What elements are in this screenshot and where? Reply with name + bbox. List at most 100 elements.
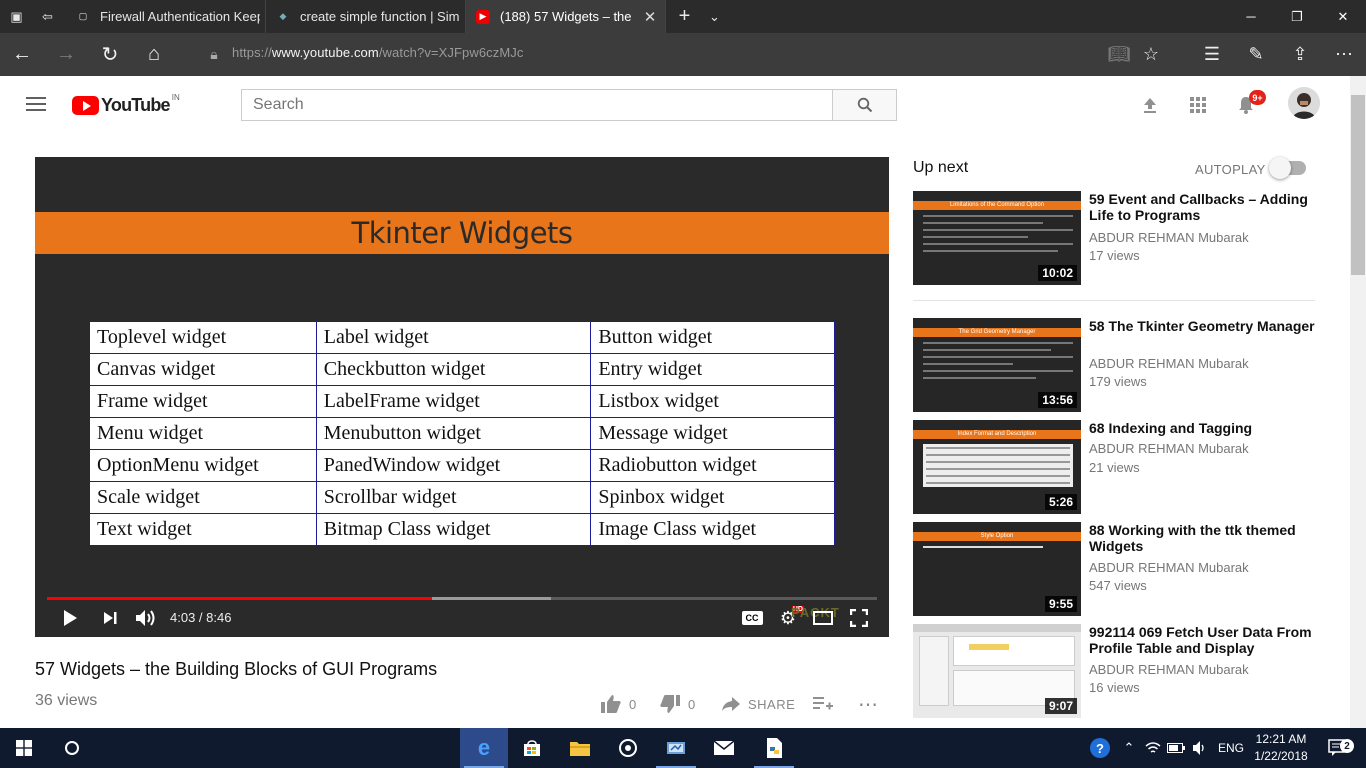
media-app-icon[interactable] [604,728,652,768]
play-button[interactable] [59,607,81,629]
channel-name[interactable]: ABDUR REHMAN Mubarak [1089,230,1249,245]
table-cell: Spinbox widget [590,481,835,514]
set-aside-tabs-icon[interactable]: ⇦ [31,0,64,33]
store-bag-icon[interactable] [508,728,556,768]
clock-date: 1/22/2018 [1254,749,1308,763]
video-title[interactable]: 88 Working with the ttk themed Widgets [1089,522,1319,554]
video-title[interactable]: 58 The Tkinter Geometry Manager [1089,318,1319,334]
thumbnail-heading: Style Option [913,532,1081,541]
video-thumbnail[interactable]: Style Option 9:55 [913,522,1081,616]
action-center-icon[interactable]: 2 [1318,728,1358,768]
related-video[interactable]: Style Option 9:55 88 Working with the tt… [913,522,1333,616]
help-tray-icon[interactable]: ? [1087,728,1113,768]
up-next-video[interactable]: Limitations of the Command Option 10:02 … [913,191,1333,285]
video-title[interactable]: 68 Indexing and Tagging [1089,420,1319,436]
language-indicator[interactable]: ENG [1215,728,1247,768]
url-host: www.youtube.com [271,45,379,60]
wifi-icon[interactable] [1143,728,1163,768]
restore-icon[interactable]: ❐ [1274,0,1320,33]
favorites-hub-icon[interactable]: ☰ [1192,33,1232,76]
apps-grid-icon[interactable] [1185,92,1211,118]
tab-firewall[interactable]: ▢ Firewall Authentication Keep [66,0,266,33]
channel-name[interactable]: ABDUR REHMAN Mubarak [1089,662,1249,677]
youtube-icon: ▶ [476,9,490,24]
duration-badge: 9:07 [1044,698,1077,714]
next-button[interactable] [99,607,121,629]
favorite-star-icon[interactable]: ☆ [1131,33,1171,76]
tab-youtube[interactable]: ▶ (188) 57 Widgets – the ✕ [466,0,666,33]
view-count: 17 views [1089,248,1140,263]
captions-button[interactable]: CC [740,607,764,629]
table-cell: Bitmap Class widget [315,513,592,546]
taskbar-clock[interactable]: 12:21 AM 1/22/2018 [1248,731,1314,765]
window-close-icon[interactable]: ✕ [1320,0,1366,33]
youtube-logo[interactable]: YouTube IN [72,93,180,116]
share-icon[interactable]: ⇪ [1280,33,1320,76]
related-video[interactable]: Index Format and Description 5:26 68 Ind… [913,420,1333,514]
video-thumbnail[interactable]: The Grid Geometry Manager 13:56 [913,318,1081,412]
volume-icon [136,610,155,626]
back-icon[interactable]: ← [0,33,44,76]
scrollbar-thumb[interactable] [1351,95,1365,275]
menu-icon[interactable] [26,97,46,111]
video-thumbnail[interactable]: Limitations of the Command Option 10:02 [913,191,1081,285]
file-explorer-folder-icon[interactable] [556,728,604,768]
table-cell: Scrollbar widget [315,481,592,514]
show-hidden-icons-chevron[interactable]: ⌃ [1120,728,1138,768]
table-cell: Listbox widget [590,385,835,418]
new-tab-icon[interactable]: + [668,0,701,33]
more-actions-icon[interactable]: ⋯ [858,693,878,716]
refresh-icon[interactable]: ↻ [88,33,132,76]
battery-icon[interactable] [1166,728,1186,768]
web-note-icon[interactable]: ✎ [1236,33,1276,76]
theater-mode-button[interactable] [811,607,835,629]
mail-envelope-icon[interactable] [700,728,748,768]
tab-actions-icon[interactable]: ▣ [0,0,33,33]
avatar[interactable] [1288,87,1320,119]
thumbnail-heading: Limitations of the Command Option [913,201,1081,210]
duration-badge: 5:26 [1044,494,1077,510]
autoplay-toggle-knob[interactable] [1269,157,1291,179]
related-video[interactable]: The Grid Geometry Manager 13:56 58 The T… [913,318,1333,412]
channel-name[interactable]: ABDUR REHMAN Mubarak [1089,356,1249,371]
tab-simple-function[interactable]: ◆ create simple function | Sim [266,0,466,33]
more-menu-icon[interactable]: ⋯ [1324,33,1364,76]
clock-time: 12:21 AM [1255,732,1307,746]
minimize-icon[interactable]: ─ [1228,0,1274,33]
video-title[interactable]: 59 Event and Callbacks – Adding Life to … [1089,191,1319,223]
add-to-playlist-button[interactable] [813,693,833,715]
video-player[interactable]: Tkinter Widgets Toplevel widget Label wid… [35,157,889,637]
volume-tray-icon[interactable] [1190,728,1210,768]
start-windows-icon[interactable] [0,728,48,768]
video-thumbnail[interactable]: 9:07 [913,624,1081,718]
forward-icon[interactable]: → [44,33,88,76]
search-icon [857,97,872,113]
related-video[interactable]: 9:07 992114 069 Fetch User Data From Pro… [913,624,1333,718]
country-code: IN [171,93,180,102]
close-tab-icon[interactable]: ✕ [640,8,660,26]
control-panel-icon[interactable] [652,728,700,768]
cortana-circle-icon[interactable] [48,728,96,768]
home-icon[interactable]: ⌂ [132,33,176,76]
python-file-icon[interactable] [750,728,798,768]
edge-browser-icon[interactable]: e [460,728,508,768]
video-thumbnail[interactable]: Index Format and Description 5:26 [913,420,1081,514]
channel-name[interactable]: ABDUR REHMAN Mubarak [1089,441,1249,456]
tab-preview-chevron-icon[interactable]: ⌄ [698,0,731,33]
channel-name[interactable]: ABDUR REHMAN Mubarak [1089,560,1249,575]
video-title[interactable]: 992114 069 Fetch User Data From Profile … [1089,624,1319,656]
table-row: Scale widget Scrollbar widget Spinbox widg… [89,481,835,514]
upload-icon[interactable] [1137,92,1163,118]
table-cell: Checkbutton widget [315,353,592,386]
tab-title: Firewall Authentication Keep [100,9,260,24]
like-button[interactable]: 0 [601,693,636,715]
autoplay-label: AUTOPLAY [1195,162,1266,177]
table-row: Text widget Bitmap Class widget Image Clas… [89,513,835,546]
dislike-button[interactable]: 0 [660,693,695,715]
search-button[interactable] [832,89,897,121]
volume-button[interactable] [134,607,158,629]
fullscreen-button[interactable] [847,607,871,629]
url-field[interactable]: https://www.youtube.com/watch?v=XJFpw6cz… [232,45,524,60]
share-button[interactable]: SHARE [722,693,795,715]
search-input[interactable] [241,89,833,121]
